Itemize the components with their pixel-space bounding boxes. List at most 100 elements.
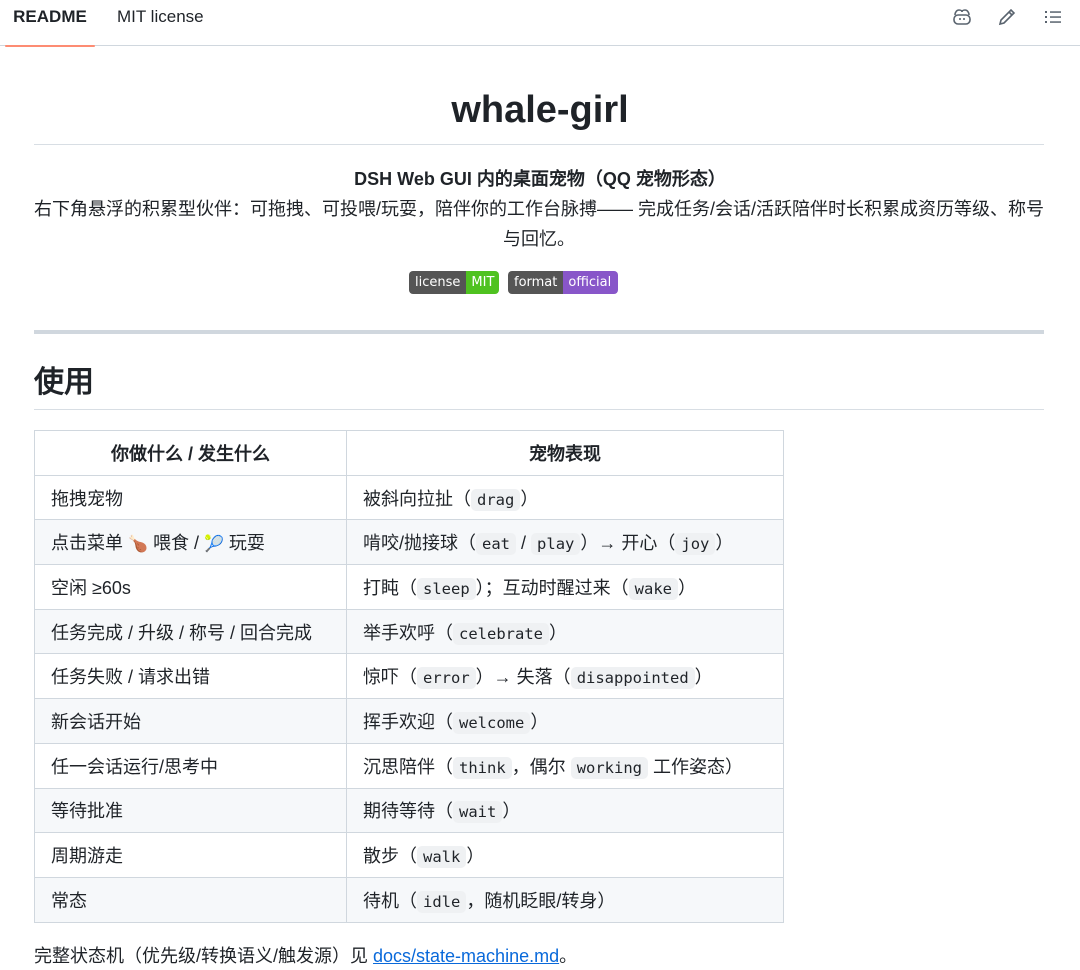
- cell-text: 空闲 ≥60s: [51, 577, 131, 598]
- behavior-cell: 被斜向拉扯（ drag）: [346, 474, 784, 521]
- state-code: wake: [628, 577, 678, 600]
- table-row: 空闲 ≥60s 打盹（ sleep ）；互动时醒过来（ wake）: [34, 564, 784, 610]
- action-cell: 周期游走: [34, 832, 347, 878]
- action-cell: 任务失败 / 请求出错: [34, 653, 347, 700]
- format-badge[interactable]: format official bundle: [508, 271, 618, 294]
- cell-text: 啃咬/抛接球（: [363, 533, 477, 554]
- tab-mit-license[interactable]: MIT license: [117, 0, 204, 46]
- cell-text: ）: [694, 667, 713, 688]
- pet-behavior-table: 你做什么 / 发生什么 宠物表现 拖拽宠物 被斜向拉扯（ drag）点击菜单 🍗 喂…: [34, 430, 784, 923]
- cell-text: 喂食 /: [147, 533, 204, 554]
- copilot-icon[interactable]: [951, 6, 973, 28]
- table-header-behavior: 宠物表现: [346, 430, 784, 476]
- state-code: walk: [417, 846, 467, 869]
- state-code: wait: [453, 801, 503, 824]
- behavior-cell: 挥手欢迎（ welcome）: [346, 698, 784, 744]
- cell-text: ）: [678, 577, 696, 598]
- behavior-cell: 啃咬/抛接球（ eat / play ）→ 开心（ joy）: [346, 519, 784, 566]
- footer-text: 完整状态机（优先级/转换语义/触发源）见: [34, 946, 374, 966]
- badge-label: format: [508, 271, 564, 294]
- cell-text: ，随机眨眼/转身）: [466, 890, 616, 911]
- list-icon[interactable]: [1042, 6, 1064, 28]
- cell-text: 任一会话运行/思考中: [51, 756, 219, 777]
- readme-subtitle: DSH Web GUI 内的桌面宠物（QQ 宠物形态）: [354, 169, 726, 189]
- action-cell: 等待批准: [34, 787, 347, 834]
- state-code: think: [453, 756, 512, 779]
- state-code: disappointed: [570, 667, 695, 690]
- cell-text: 新会话开始: [51, 711, 141, 732]
- behavior-cell: 期待等待（ wait）: [346, 787, 784, 834]
- action-cell: 点击菜单 🍗 喂食 / 🎾 玩耍: [34, 519, 347, 566]
- behavior-cell: 惊吓（ error ）→ 失落（ disappointed）: [346, 653, 784, 700]
- table-row: 任务完成 / 升级 / 称号 / 回合完成 举手欢呼（ celebrate）: [34, 608, 784, 655]
- cell-text: /: [516, 533, 532, 554]
- cell-text: ）: [466, 846, 485, 867]
- state-code: idle: [417, 890, 467, 913]
- action-cell: 任务完成 / 升级 / 称号 / 回合完成: [34, 608, 347, 655]
- license-badge[interactable]: license MIT: [409, 271, 500, 294]
- cell-text: 常态: [51, 890, 87, 911]
- table-row: 周期游走 散步（ walk）: [34, 832, 784, 878]
- cell-text: 待机（: [363, 890, 417, 911]
- cell-text: 工作姿态）: [648, 756, 744, 777]
- state-code: joy: [675, 533, 716, 556]
- table-header-row: 你做什么 / 发生什么 宠物表现: [34, 430, 784, 476]
- badge-value: official bundle: [563, 271, 618, 294]
- cell-text: ）；互动时醒过来（: [475, 577, 629, 598]
- behavior-cell: 待机（ idle ，随机眨眼/转身）: [346, 876, 784, 923]
- cell-text: 举手欢呼（: [363, 622, 453, 643]
- readme-title: whale-girl: [451, 89, 629, 131]
- state-code: drag: [471, 488, 521, 511]
- drumstick-icon: 🍗: [128, 536, 148, 554]
- badge-value: MIT: [466, 271, 500, 294]
- cell-text: ）: [530, 711, 549, 732]
- cell-text: 被斜向拉扯（: [363, 488, 471, 509]
- table-body: 拖拽宠物 被斜向拉扯（ drag）点击菜单 🍗 喂食 / 🎾 玩耍 啃咬/抛接球（ ea…: [34, 474, 784, 923]
- cell-text: ，偶尔: [511, 756, 571, 777]
- cell-text: 惊吓（: [363, 667, 417, 688]
- table-row: 点击菜单 🍗 喂食 / 🎾 玩耍 啃咬/抛接球（ eat / play ）→ 开心（ j…: [34, 519, 784, 566]
- readme-description: 右下角悬浮的积累型伙伴：可拖拽、可投喂/玩耍，陪伴你的工作台脉搏—— 完成任务/…: [34, 199, 1044, 249]
- state-code: eat: [476, 533, 517, 556]
- cell-text: ）→ 开心（: [580, 533, 676, 554]
- cell-text: 沉思陪伴（: [363, 756, 453, 777]
- action-cell: 常态: [34, 876, 347, 923]
- heading-underline: [34, 409, 1044, 410]
- table-row: 任务失败 / 请求出错 惊吓（ error ）→ 失落（ disappointed）: [34, 653, 784, 700]
- action-cell: 拖拽宠物: [34, 474, 347, 521]
- cell-text: ）: [715, 533, 734, 554]
- cell-text: 散步（: [363, 846, 417, 867]
- state-code: celebrate: [453, 622, 549, 645]
- table-header-action: 你做什么 / 发生什么: [34, 430, 347, 476]
- cell-text: 点击菜单: [51, 533, 129, 554]
- cell-text: 期待等待（: [363, 801, 453, 822]
- table-row: 任一会话运行/思考中 沉思陪伴（ think ，偶尔 working 工作姿态）: [34, 742, 784, 789]
- state-code: working: [570, 756, 649, 779]
- cell-text: ）: [502, 801, 521, 822]
- footer-note: 完整状态机（优先级/转换语义/触发源）见 docs/state-machine.…: [34, 942, 577, 970]
- state-code: sleep: [417, 577, 476, 600]
- cell-text: ）: [549, 622, 567, 643]
- cell-text: 任务失败 / 请求出错: [51, 667, 211, 688]
- pencil-icon[interactable]: [996, 6, 1018, 28]
- state-code: welcome: [453, 711, 531, 734]
- title-divider: [34, 144, 1044, 145]
- state-machine-doc-link[interactable]: docs/state-machine.md: [373, 946, 559, 966]
- table-row: 拖拽宠物 被斜向拉扯（ drag）: [34, 474, 784, 521]
- behavior-cell: 散步（ walk）: [346, 832, 784, 878]
- tab-readme[interactable]: README: [5, 0, 95, 47]
- behavior-cell: 打盹（ sleep ）；互动时醒过来（ wake）: [346, 564, 784, 610]
- state-code: play: [531, 533, 581, 556]
- cell-text: 任务完成 / 升级 / 称号 / 回合完成: [51, 622, 313, 643]
- table-row: 等待批准 期待等待（ wait）: [34, 787, 784, 834]
- file-view-tabbar: README MIT license: [0, 0, 1080, 47]
- footer-end: 。: [559, 946, 578, 966]
- cell-text: ）→ 失落（: [475, 667, 571, 688]
- state-code: error: [417, 667, 476, 690]
- action-cell: 任一会话运行/思考中: [34, 742, 347, 789]
- badge-label: license: [409, 271, 467, 294]
- action-cell: 新会话开始: [34, 698, 347, 744]
- table-row: 常态 待机（ idle ，随机眨眼/转身）: [34, 876, 784, 923]
- cell-text: 周期游走: [51, 846, 123, 867]
- cell-text: 挥手欢迎（: [363, 711, 453, 732]
